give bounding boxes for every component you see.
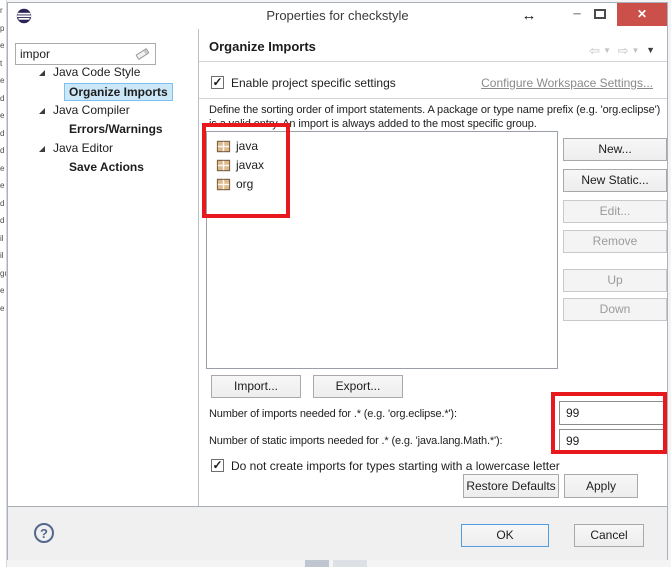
separator xyxy=(199,98,667,99)
lowercase-checkbox[interactable]: ✓ xyxy=(211,459,224,472)
tree-item-organize-imports[interactable]: Organize Imports xyxy=(8,82,196,101)
expanded-triangle-icon[interactable] xyxy=(39,70,45,76)
remove-button[interactable]: Remove xyxy=(563,230,667,253)
tree-item-java-editor[interactable]: Java Editor xyxy=(8,139,196,158)
imports-needed-label: Number of imports needed for .* (e.g. 'o… xyxy=(209,408,457,420)
import-button[interactable]: Import... xyxy=(211,375,301,398)
restore-defaults-button[interactable]: Restore Defaults xyxy=(463,474,559,498)
down-button[interactable]: Down xyxy=(563,298,667,321)
help-icon[interactable]: ? xyxy=(34,523,54,543)
expanded-triangle-icon[interactable] xyxy=(39,108,45,114)
dialog-footer: ? OK Cancel xyxy=(8,506,667,560)
edit-button[interactable]: Edit... xyxy=(563,200,667,223)
maximize-button[interactable] xyxy=(594,9,606,19)
screen: r p e t e d e d d e e d d il il gu e e P… xyxy=(0,0,671,567)
tree-item-java-compiler[interactable]: Java Compiler xyxy=(8,101,196,120)
clear-filter-icon[interactable] xyxy=(135,48,149,60)
resize-button[interactable]: ↔ xyxy=(518,6,540,26)
tree-item-java-code-style[interactable]: Java Code Style xyxy=(8,63,196,82)
forward-arrow-icon[interactable]: ⇨ xyxy=(618,43,629,58)
close-button[interactable]: ✕ xyxy=(617,3,667,26)
filter-input[interactable] xyxy=(20,45,135,63)
static-imports-needed-label: Number of static imports needed for .* (… xyxy=(209,435,502,447)
separator xyxy=(199,61,667,62)
pane-divider xyxy=(198,29,199,506)
history-nav: ⇦▼ ⇨▼ ▼ xyxy=(586,43,655,59)
configure-workspace-settings-link[interactable]: Configure Workspace Settings... xyxy=(481,76,653,90)
tree-item-save-actions[interactable]: Save Actions xyxy=(8,158,196,177)
background-text-fragments: r p e t e d e d d e e d d il il gu e e xyxy=(0,2,7,317)
view-menu-icon[interactable]: ▼ xyxy=(646,45,655,55)
ok-button[interactable]: OK xyxy=(461,524,549,547)
preferences-tree: Java Code Style Organize Imports Java Co… xyxy=(8,63,196,177)
selected-tree-label[interactable]: Organize Imports xyxy=(64,83,173,101)
apply-button[interactable]: Apply xyxy=(564,474,638,498)
back-dropdown-icon[interactable]: ▼ xyxy=(603,46,611,55)
new-button[interactable]: New... xyxy=(563,138,667,161)
page-title: Organize Imports xyxy=(209,39,316,54)
background-taskbar-fragment xyxy=(305,560,329,567)
tree-item-errors-warnings[interactable]: Errors/Warnings xyxy=(8,120,196,139)
back-arrow-icon[interactable]: ⇦ xyxy=(589,43,600,58)
annotation-rectangle-groups xyxy=(202,123,290,218)
minimize-button[interactable]: – xyxy=(566,4,588,24)
up-button[interactable]: Up xyxy=(563,269,667,292)
annotation-rectangle-inputs xyxy=(551,392,667,454)
forward-dropdown-icon[interactable]: ▼ xyxy=(632,46,640,55)
enable-project-settings-label: Enable project specific settings xyxy=(231,76,396,90)
lowercase-label: Do not create imports for types starting… xyxy=(231,459,560,473)
export-button[interactable]: Export... xyxy=(313,375,403,398)
expanded-triangle-icon[interactable] xyxy=(39,146,45,152)
filter-box xyxy=(15,43,156,65)
title-bar[interactable]: Properties for checkstyle ↔ – ✕ xyxy=(8,3,667,29)
enable-project-settings-checkbox[interactable]: ✓ xyxy=(211,76,224,89)
cancel-button[interactable]: Cancel xyxy=(574,524,644,547)
background-taskbar-fragment xyxy=(333,559,367,567)
new-static-button[interactable]: New Static... xyxy=(563,169,667,192)
properties-dialog: Properties for checkstyle ↔ – ✕ Java Cod… xyxy=(7,2,668,560)
background-window-sliver: r p e t e d e d d e e d d il il gu e e xyxy=(0,0,7,567)
